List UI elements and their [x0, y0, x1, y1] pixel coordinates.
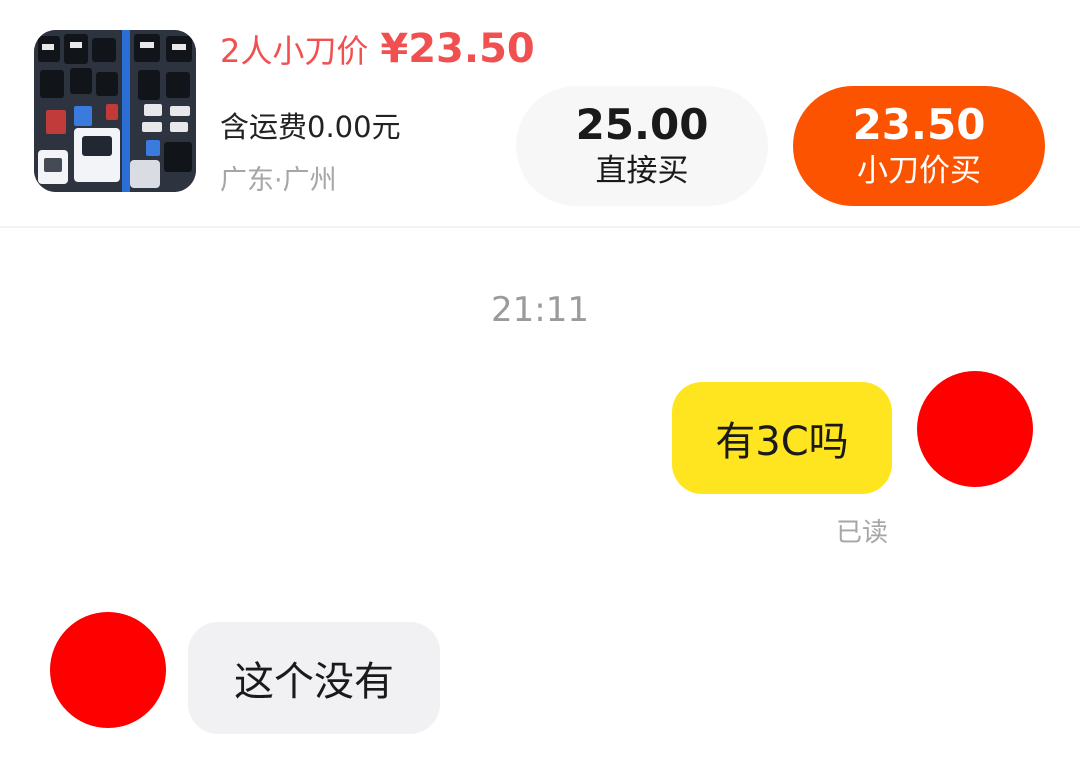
bargain-label: 2人小刀价: [220, 32, 369, 70]
message-bubble-sent[interactable]: 有3C吗: [672, 382, 892, 494]
message-bubble-received[interactable]: 这个没有: [188, 622, 440, 734]
bargain-button-label: 小刀价买: [857, 153, 981, 189]
chat-screen: 2人小刀价 ¥23.50 含运费0.00元 广东·广州 25.00 直接买 23…: [0, 0, 1080, 764]
seller-avatar[interactable]: [50, 612, 166, 728]
direct-price: 25.00: [575, 100, 709, 149]
read-status: 已读: [836, 518, 889, 548]
product-thumbnail[interactable]: [34, 30, 196, 192]
buy-bargain-button[interactable]: 23.50 小刀价买: [793, 86, 1045, 206]
buy-direct-button[interactable]: 25.00 直接买: [516, 86, 768, 206]
product-card[interactable]: 2人小刀价 ¥23.50 含运费0.00元 广东·广州 25.00 直接买 23…: [0, 0, 1080, 228]
chat-timestamp: 21:11: [491, 290, 589, 330]
bargain-price-line: 2人小刀价 ¥23.50: [220, 26, 535, 72]
seller-location: 广东·广州: [220, 165, 337, 196]
shipping-info: 含运费0.00元: [220, 110, 401, 144]
product-image: [34, 30, 196, 192]
direct-label: 直接买: [595, 153, 689, 189]
my-avatar[interactable]: [917, 371, 1033, 487]
bargain-button-price: 23.50: [852, 100, 986, 149]
bargain-price: ¥23.50: [380, 26, 535, 72]
